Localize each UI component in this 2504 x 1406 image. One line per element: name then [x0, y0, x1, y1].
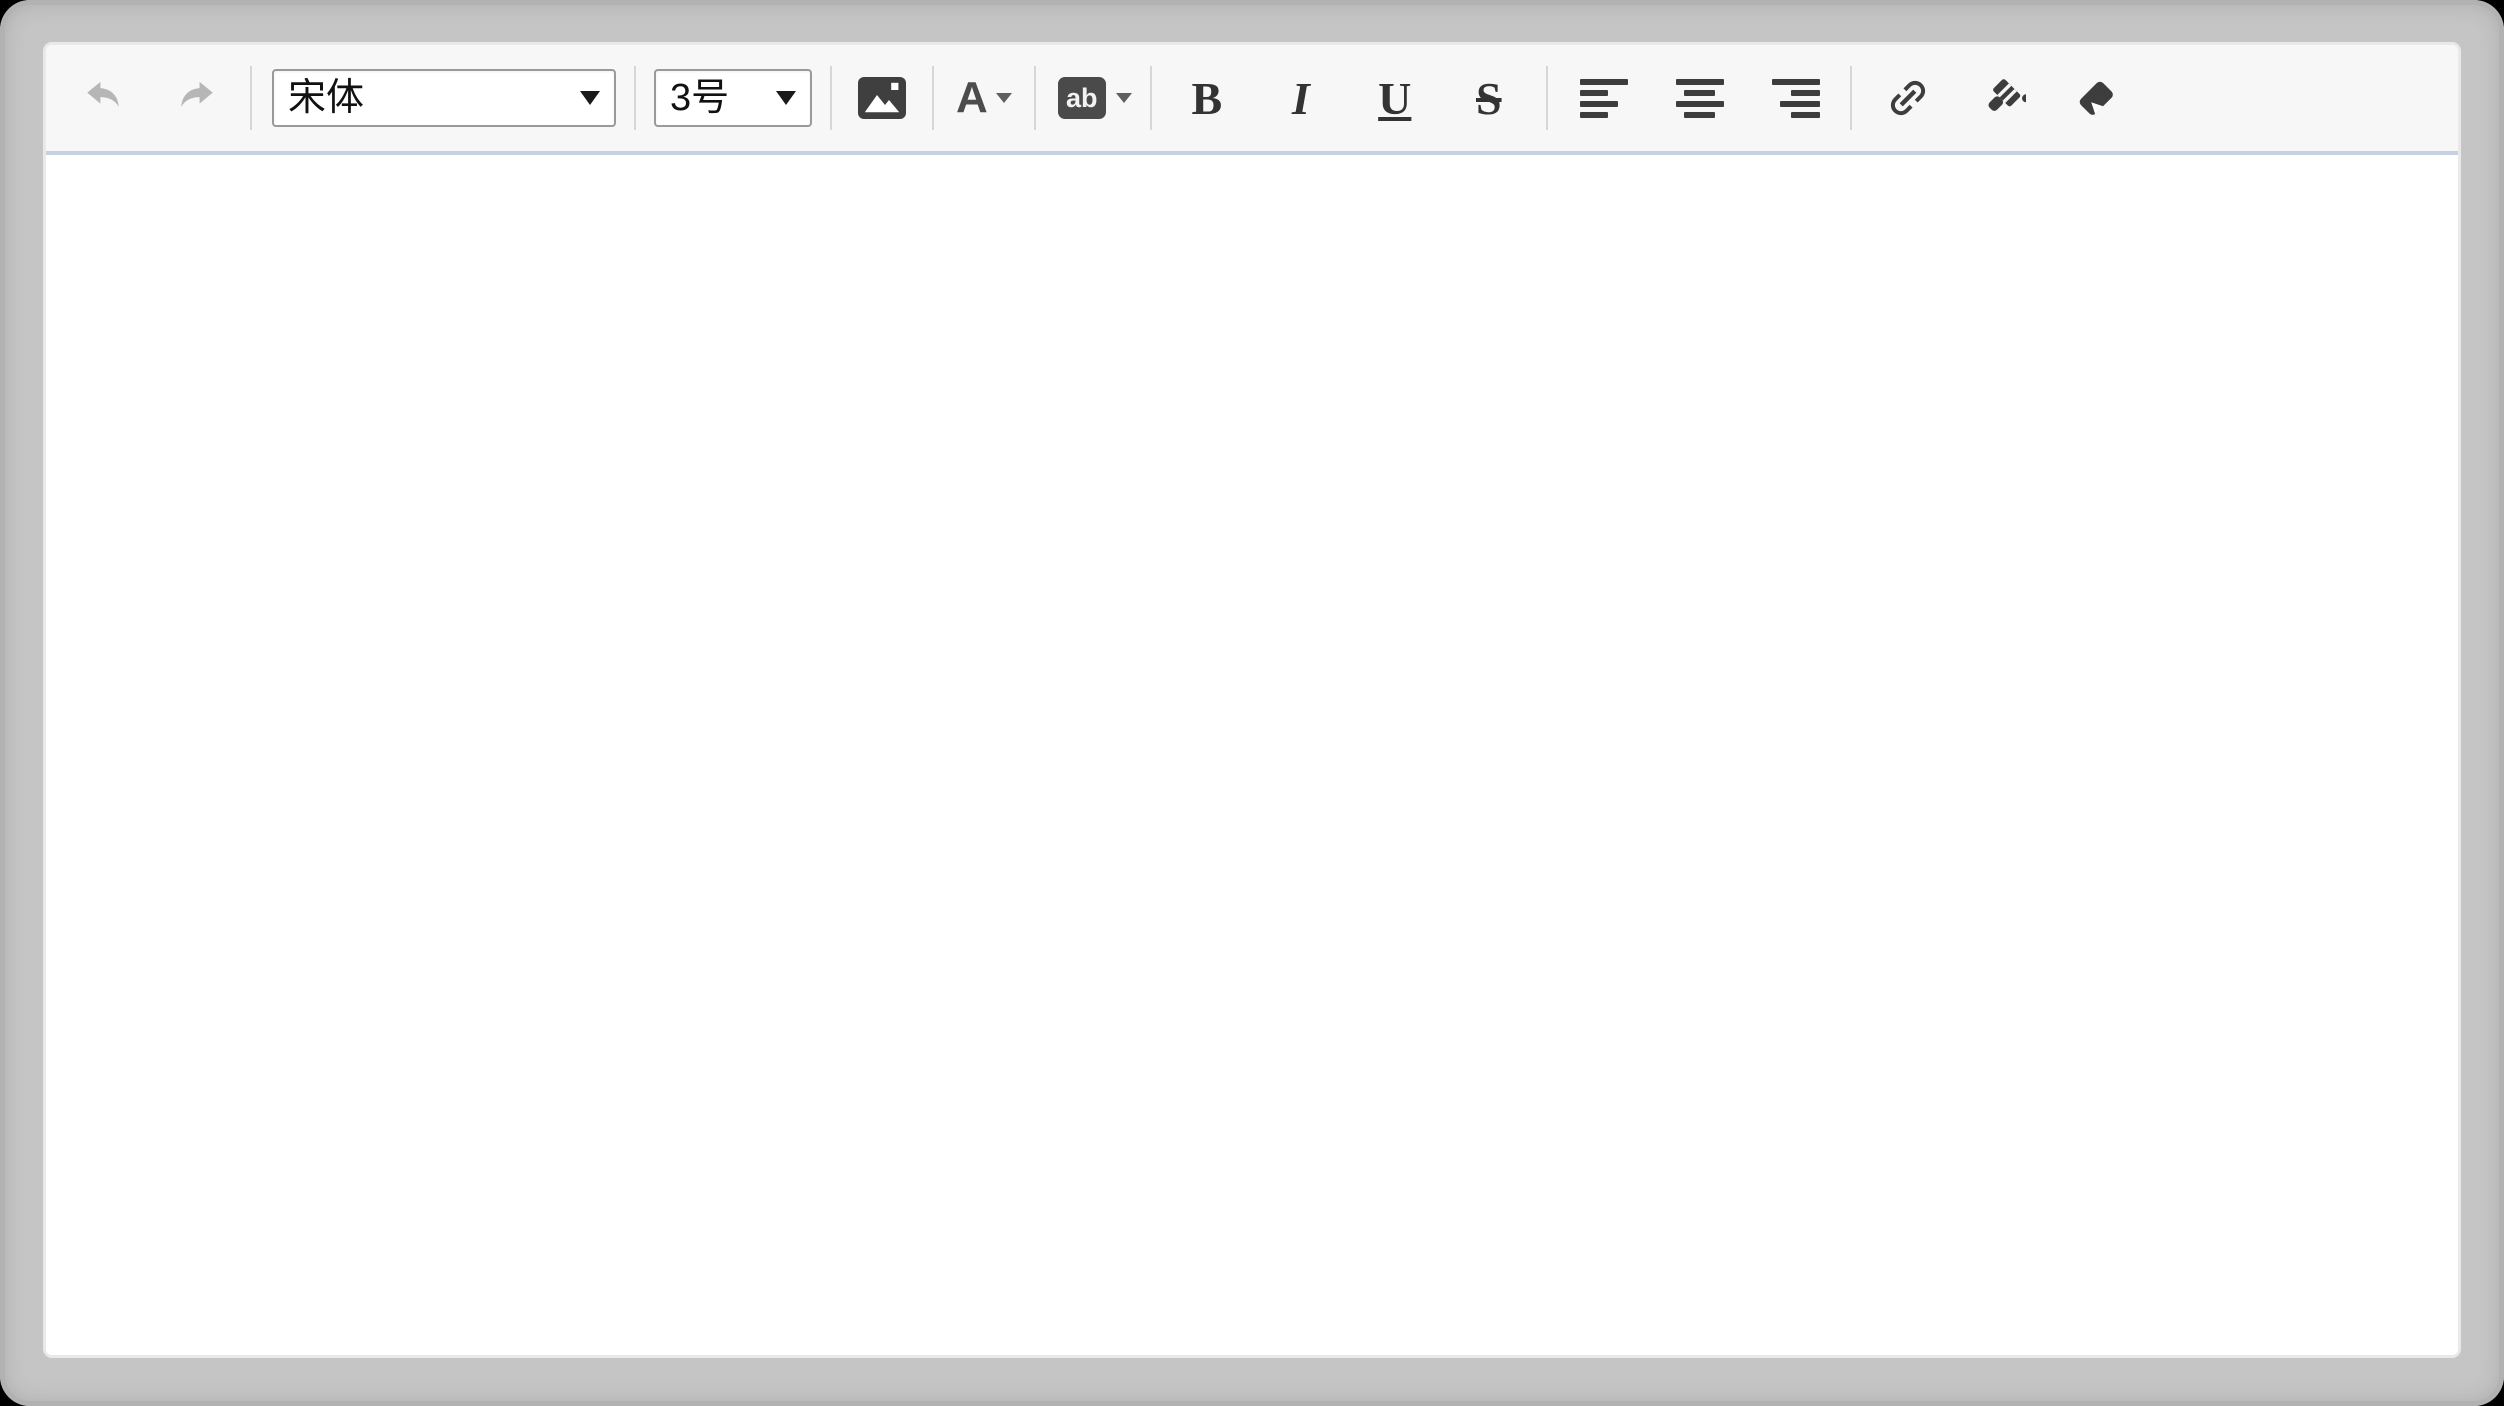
italic-button[interactable]: I — [1276, 66, 1326, 130]
align-center-button[interactable] — [1676, 66, 1724, 130]
insert-image-button[interactable] — [858, 77, 906, 119]
image-icon — [858, 77, 906, 119]
caret-down-icon — [1116, 93, 1132, 103]
align-right-icon — [1772, 66, 1820, 130]
paint-brush-icon — [1978, 74, 2026, 122]
text-format-group: B I U S — [1182, 66, 1514, 130]
font-family-value: 宋体 — [288, 79, 364, 117]
font-size-value: 3号 — [670, 79, 729, 117]
alignment-group — [1580, 66, 1820, 130]
caret-down-icon — [580, 91, 600, 105]
redo-icon — [174, 76, 220, 120]
editor-content-area[interactable] — [46, 155, 2458, 1355]
strikethrough-button[interactable]: S — [1464, 66, 1514, 130]
link-icon — [1884, 74, 1932, 122]
bold-button[interactable]: B — [1182, 66, 1232, 130]
insert-tools-group — [1884, 74, 2120, 122]
toolbar-separator — [830, 66, 832, 130]
editor-toolbar: 宋体 3号 A — [46, 45, 2458, 155]
toolbar-separator — [932, 66, 934, 130]
strikethrough-label: S — [1476, 72, 1502, 125]
font-color-label: A — [956, 76, 988, 120]
underline-label: U — [1378, 72, 1411, 125]
rich-text-editor: 宋体 3号 A — [46, 45, 2458, 1355]
toolbar-separator — [634, 66, 636, 130]
align-left-button[interactable] — [1580, 66, 1628, 130]
caret-down-icon — [996, 93, 1012, 103]
align-right-button[interactable] — [1772, 66, 1820, 130]
undo-button[interactable] — [80, 76, 126, 120]
font-size-select[interactable]: 3号 — [654, 69, 812, 127]
font-color-button[interactable]: A — [956, 76, 1012, 120]
toolbar-separator — [1850, 66, 1852, 130]
toolbar-separator — [1546, 66, 1548, 130]
highlight-icon: ab — [1058, 77, 1106, 119]
highlight-label: ab — [1066, 85, 1098, 112]
bold-label: B — [1191, 72, 1222, 125]
undo-icon — [80, 76, 126, 120]
italic-label: I — [1292, 72, 1310, 125]
format-painter-button[interactable] — [1978, 74, 2026, 122]
caret-down-icon — [776, 91, 796, 105]
eraser-icon — [2072, 74, 2120, 122]
toolbar-separator — [250, 66, 252, 130]
underline-button[interactable]: U — [1370, 66, 1420, 130]
redo-button[interactable] — [174, 76, 220, 120]
insert-link-button[interactable] — [1884, 74, 1932, 122]
align-center-icon — [1676, 66, 1724, 130]
highlight-color-button[interactable]: ab — [1058, 77, 1132, 119]
toolbar-separator — [1150, 66, 1152, 130]
align-left-icon — [1580, 66, 1628, 130]
eraser-button[interactable] — [2072, 74, 2120, 122]
editor-window: 宋体 3号 A — [0, 0, 2504, 1406]
font-family-select[interactable]: 宋体 — [272, 69, 616, 127]
toolbar-separator — [1034, 66, 1036, 130]
